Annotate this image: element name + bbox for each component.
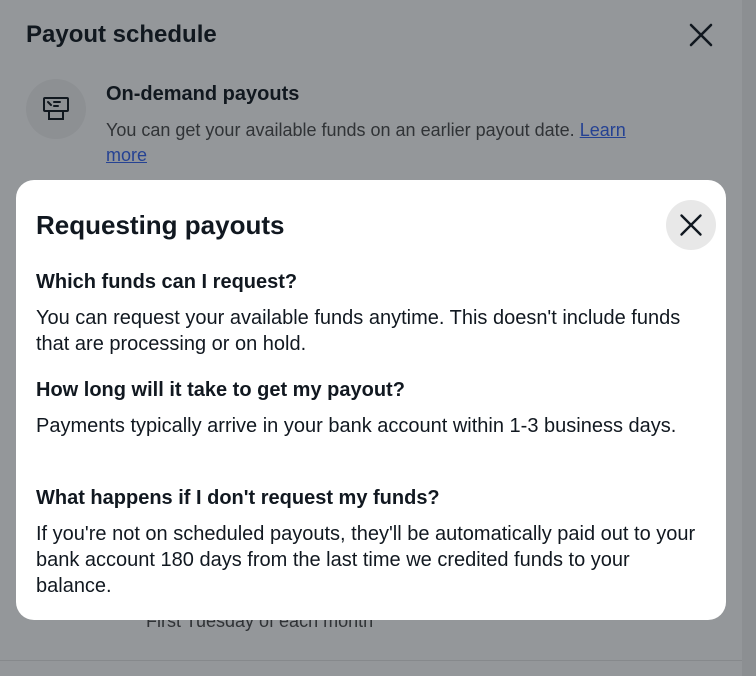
faq-item: Which funds can I request? You can reque… [36, 269, 696, 357]
requesting-payouts-dialog: Requesting payouts Which funds can I req… [16, 180, 726, 620]
faq-item: How long will it take to get my payout? … [36, 377, 696, 439]
dialog-close-button[interactable] [666, 200, 716, 250]
faq-question: How long will it take to get my payout? [36, 379, 405, 401]
faq-answer: Payments typically arrive in your bank a… [36, 415, 677, 437]
faq-answer: If you're not on scheduled payouts, they… [36, 523, 696, 597]
faq-item: What happens if I don't request my funds… [36, 485, 696, 599]
dialog-title: Requesting payouts [36, 210, 285, 240]
faq-question: What happens if I don't request my funds… [36, 487, 440, 509]
faq-question: Which funds can I request? [36, 271, 298, 293]
faq-answer: You can request your available funds any… [36, 307, 681, 355]
close-icon [680, 214, 702, 236]
